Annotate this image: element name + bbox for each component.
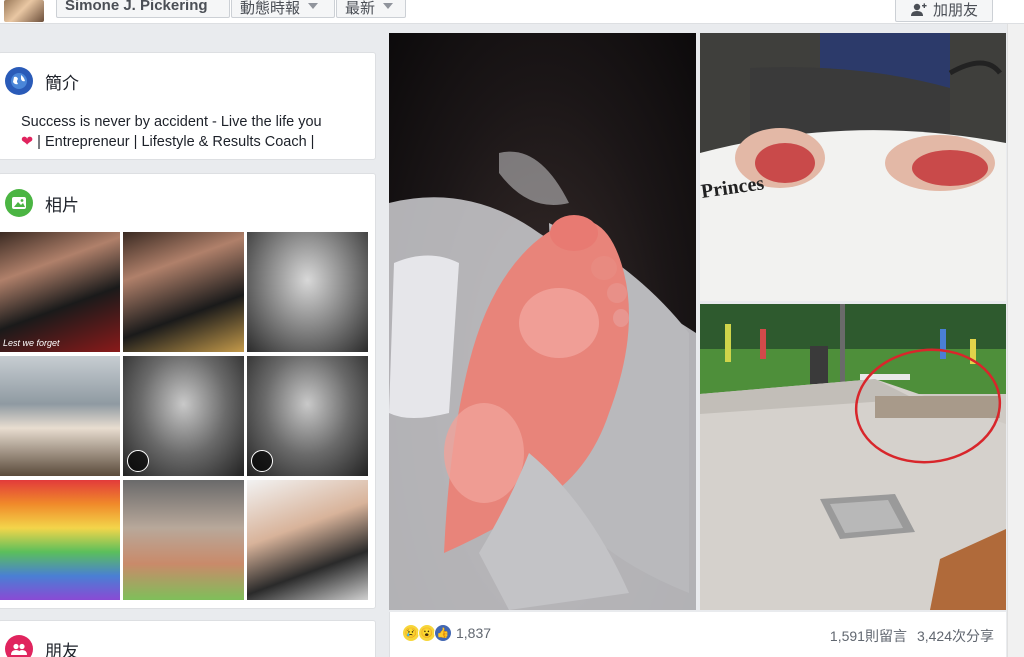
photos-title: 相片 [45,195,79,215]
friends-card: 朋友 [0,620,376,657]
baby-feet-illustration: Princes [700,33,1006,301]
playground-illustration [700,304,1006,610]
friends-header: 朋友 [5,635,79,657]
globe-icon [5,67,33,95]
photo-caption: Lest we forget [3,338,60,348]
reactions-summary[interactable]: 😢 😮 👍 1,837 [402,624,491,642]
intro-card: 簡介 Success is never by accident - Live t… [0,52,376,160]
post-photo-playground[interactable] [700,304,1006,610]
profile-avatar[interactable] [4,0,44,22]
friends-title: 朋友 [45,641,79,657]
photo-thumbnail[interactable] [123,480,244,600]
post-photo-burned-foot[interactable] [389,33,696,610]
profile-topbar: Simone J. Pickering 動態時報 最新 加朋友 [0,0,1024,24]
post-footer: 😢 😮 👍 1,837 1,591則留言 3,424次分享 [389,612,1006,657]
add-person-icon [910,2,927,16]
chevron-down-icon [383,3,394,9]
photo-thumbnail[interactable] [247,480,368,600]
sort-dropdown[interactable]: 最新 [336,0,406,18]
photo-thumbnail[interactable] [247,356,368,476]
sort-label: 最新 [345,0,376,17]
chevron-down-icon [308,3,319,9]
add-friend-label: 加朋友 [932,2,978,19]
herbalife-logo-icon [127,450,149,472]
intro-title: 簡介 [45,73,79,93]
friends-icon [5,635,33,657]
heart-icon: ❤ [21,134,34,150]
photo-thumbnail[interactable] [0,480,120,600]
photo-thumbnail[interactable] [0,356,120,476]
shares-count-link[interactable]: 3,424次分享 [917,626,994,646]
comments-count-link[interactable]: 1,591則留言 [830,626,907,646]
photo-icon [5,189,33,217]
photos-header: 相片 [5,189,79,217]
bio-line-1: Success is never by accident - Live the … [21,114,322,130]
intro-bio: Success is never by accident - Live the … [21,112,361,152]
post-photo-baby-feet[interactable]: Princes [700,33,1006,301]
photos-card: 相片 Lest we forget [0,173,376,609]
like-reaction-icon: 👍 [434,624,452,642]
scrollbar[interactable] [1007,24,1024,657]
profile-name-button[interactable]: Simone J. Pickering [56,0,230,18]
burned-foot-illustration [389,151,696,610]
post-stats: 1,591則留言 3,424次分享 [830,626,994,646]
photo-thumbnail[interactable]: Lest we forget [0,232,120,352]
reaction-count: 1,837 [456,625,492,641]
timeline-filter-label: 動態時報 [240,0,301,17]
intro-header: 簡介 [5,67,79,95]
timeline-filter-dropdown[interactable]: 動態時報 [231,0,335,18]
photo-thumbnail[interactable] [247,232,368,352]
bio-line-2: | Entrepreneur | Lifestyle & Results Coa… [33,134,315,150]
photo-thumbnail[interactable] [123,232,244,352]
herbalife-logo-icon [251,450,273,472]
add-friend-button[interactable]: 加朋友 [895,0,993,22]
photo-thumbnail[interactable] [123,356,244,476]
